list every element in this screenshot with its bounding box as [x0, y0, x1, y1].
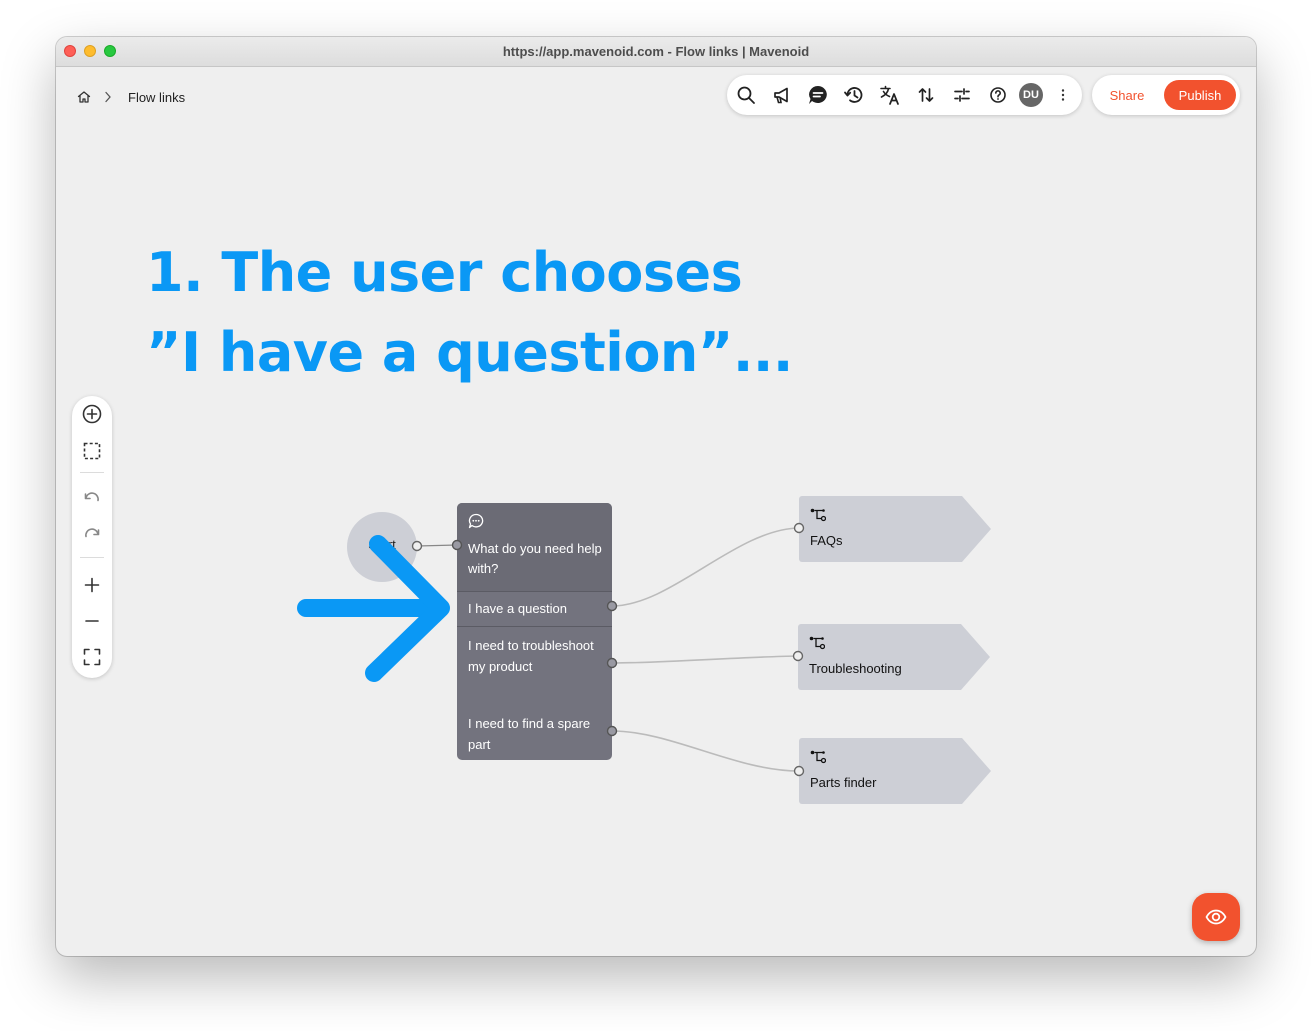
preview-button[interactable]: [1192, 893, 1240, 941]
eye-icon: [1205, 906, 1227, 928]
arrow-annotation-icon: [297, 535, 450, 682]
annotation-arrow: [297, 535, 450, 682]
browser-window: https://app.mavenoid.com - Flow links | …: [56, 37, 1256, 956]
